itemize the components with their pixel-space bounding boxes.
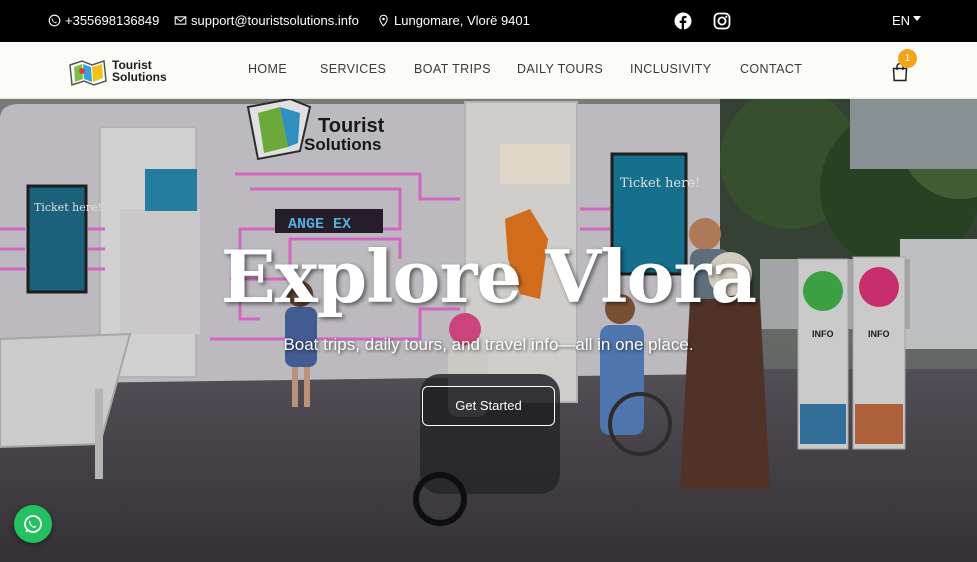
whatsapp-small-icon xyxy=(48,14,61,27)
hero-section: ANGE EX Ticket here! Ticket here! Touris… xyxy=(0,99,977,562)
facebook-icon[interactable] xyxy=(674,12,692,30)
whatsapp-icon xyxy=(24,515,42,533)
cart-count-badge: 1 xyxy=(898,49,917,68)
nav-item-boat-trips[interactable]: BOAT TRIPS xyxy=(414,62,491,76)
logo-text-line2: Solutions xyxy=(112,70,167,84)
get-started-button[interactable]: Get Started xyxy=(422,386,555,426)
site-logo[interactable]: Tourist Solutions xyxy=(68,50,168,92)
nav-item-home[interactable]: HOME xyxy=(248,62,287,76)
map-pin-icon xyxy=(379,14,388,27)
email-address: support@touristsolutions.info xyxy=(191,13,359,28)
main-navigation: Tourist Solutions HOME SERVICES BOAT TRI… xyxy=(0,42,977,99)
top-bar: +355698136849 support@touristsolutions.i… xyxy=(0,0,977,42)
instagram-icon[interactable] xyxy=(713,12,731,30)
nav-item-contact[interactable]: CONTACT xyxy=(740,62,802,76)
logo-map-icon xyxy=(69,59,107,87)
chevron-down-icon xyxy=(913,16,922,21)
hero-subtitle: Boat trips, daily tours, and travel info… xyxy=(283,335,694,354)
hero-title: Explore Vlora xyxy=(220,234,757,319)
envelope-icon xyxy=(174,16,187,25)
phone-link[interactable]: +355698136849 xyxy=(48,13,159,28)
language-selector[interactable]: EN xyxy=(892,13,922,28)
phone-number: +355698136849 xyxy=(65,13,160,28)
nav-item-daily-tours[interactable]: DAILY TOURS xyxy=(517,62,603,76)
nav-item-inclusivity[interactable]: INCLUSIVITY xyxy=(630,62,712,76)
language-label: EN xyxy=(892,13,911,28)
nav-item-services[interactable]: SERVICES xyxy=(320,62,386,76)
whatsapp-chat-button[interactable] xyxy=(14,505,52,543)
address-link[interactable]: Lungomare, Vlorë 9401 xyxy=(377,13,530,28)
email-link[interactable]: support@touristsolutions.info xyxy=(174,13,359,28)
address-text: Lungomare, Vlorë 9401 xyxy=(394,13,530,28)
hero-dark-overlay xyxy=(0,99,977,562)
